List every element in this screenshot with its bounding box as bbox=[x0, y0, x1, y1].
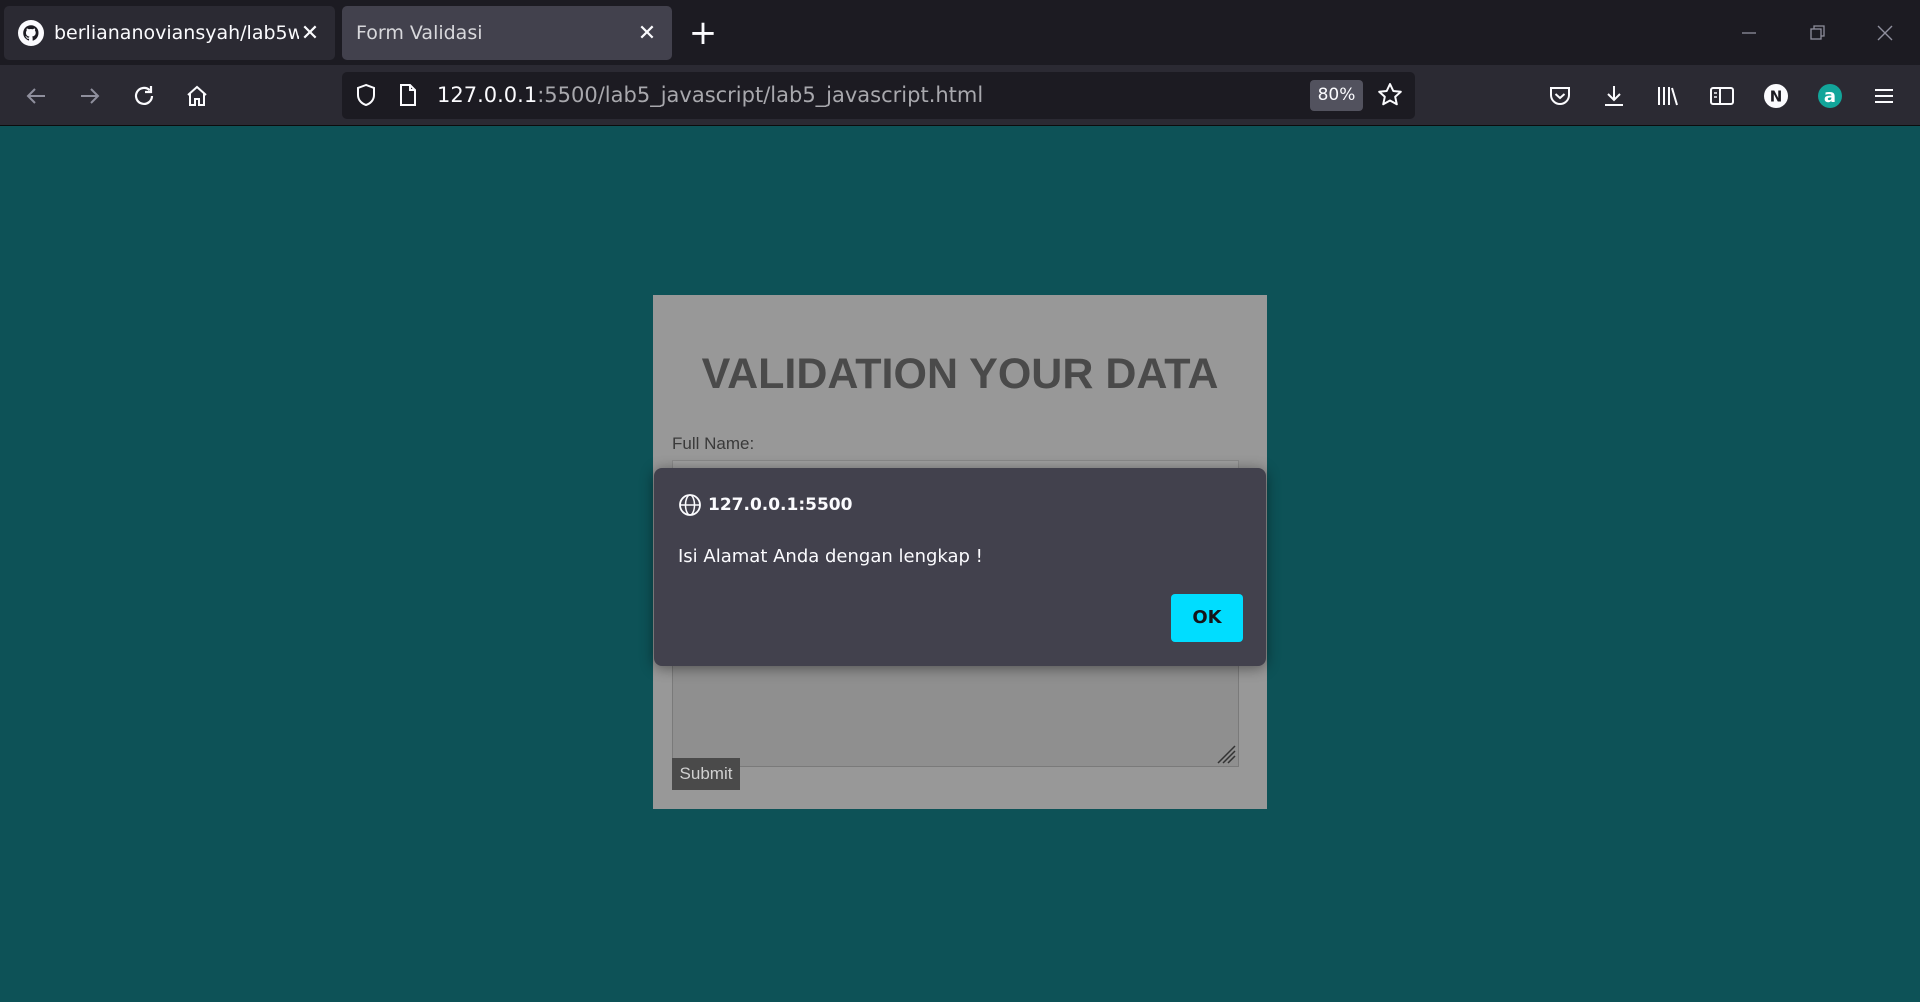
dialog-origin: 127.0.0.1:5500 bbox=[678, 493, 852, 517]
tab-title: berliananoviansyah/lab5web bbox=[54, 22, 299, 44]
dialog-origin-text: 127.0.0.1:5500 bbox=[708, 495, 853, 515]
tab-github[interactable]: berliananoviansyah/lab5web ✕ bbox=[4, 6, 335, 60]
globe-icon bbox=[679, 494, 701, 516]
extension-letter: a bbox=[1824, 86, 1836, 107]
new-tab-icon[interactable]: + bbox=[688, 16, 718, 50]
reload-icon[interactable] bbox=[128, 80, 160, 112]
nav-toolbar: 127.0.0.1:5500/lab5_javascript/lab5_java… bbox=[0, 65, 1920, 126]
sidebar-icon[interactable] bbox=[1706, 80, 1738, 112]
tab-form-validasi[interactable]: Form Validasi ✕ bbox=[342, 6, 672, 60]
resize-grip-icon[interactable] bbox=[1216, 744, 1236, 764]
menu-icon[interactable] bbox=[1868, 80, 1900, 112]
close-tab-icon[interactable]: ✕ bbox=[636, 21, 658, 46]
library-icon[interactable] bbox=[1652, 80, 1684, 112]
zoom-level-button[interactable]: 80% bbox=[1310, 80, 1363, 111]
restore-icon[interactable] bbox=[1800, 16, 1834, 50]
close-window-icon[interactable] bbox=[1868, 16, 1902, 50]
github-icon bbox=[18, 20, 44, 46]
shield-icon[interactable] bbox=[354, 83, 378, 107]
forward-icon[interactable] bbox=[74, 80, 106, 112]
url-text[interactable]: 127.0.0.1:5500/lab5_javascript/lab5_java… bbox=[437, 83, 983, 107]
extension-icon[interactable]: a bbox=[1814, 80, 1846, 112]
tab-strip: berliananoviansyah/lab5web ✕ Form Valida… bbox=[0, 0, 1920, 65]
full-name-label: Full Name: bbox=[672, 434, 755, 453]
downloads-icon[interactable] bbox=[1598, 80, 1630, 112]
minimize-icon[interactable] bbox=[1732, 16, 1766, 50]
ok-button[interactable]: OK bbox=[1171, 594, 1243, 642]
back-icon[interactable] bbox=[20, 80, 52, 112]
pocket-icon[interactable] bbox=[1544, 80, 1576, 112]
account-letter: N bbox=[1770, 88, 1783, 106]
alert-dialog: 127.0.0.1:5500 Isi Alamat Anda dengan le… bbox=[654, 468, 1266, 666]
address-bar[interactable]: 127.0.0.1:5500/lab5_javascript/lab5_java… bbox=[342, 72, 1415, 119]
tab-title: Form Validasi bbox=[356, 22, 483, 44]
dialog-message: Isi Alamat Anda dengan lengkap ! bbox=[678, 546, 983, 567]
close-tab-icon[interactable]: ✕ bbox=[299, 21, 321, 46]
submit-button[interactable]: Submit bbox=[672, 758, 740, 790]
home-icon[interactable] bbox=[181, 80, 213, 112]
page-title: VALIDATION YOUR DATA bbox=[701, 350, 1219, 398]
url-host: 127.0.0.1 bbox=[437, 83, 538, 107]
bookmark-star-icon[interactable] bbox=[1377, 82, 1403, 108]
address-textarea[interactable] bbox=[672, 655, 1239, 767]
url-path: :5500/lab5_javascript/lab5_javascript.ht… bbox=[537, 83, 984, 107]
account-avatar-icon[interactable]: N bbox=[1760, 80, 1792, 112]
page-icon bbox=[400, 84, 416, 106]
